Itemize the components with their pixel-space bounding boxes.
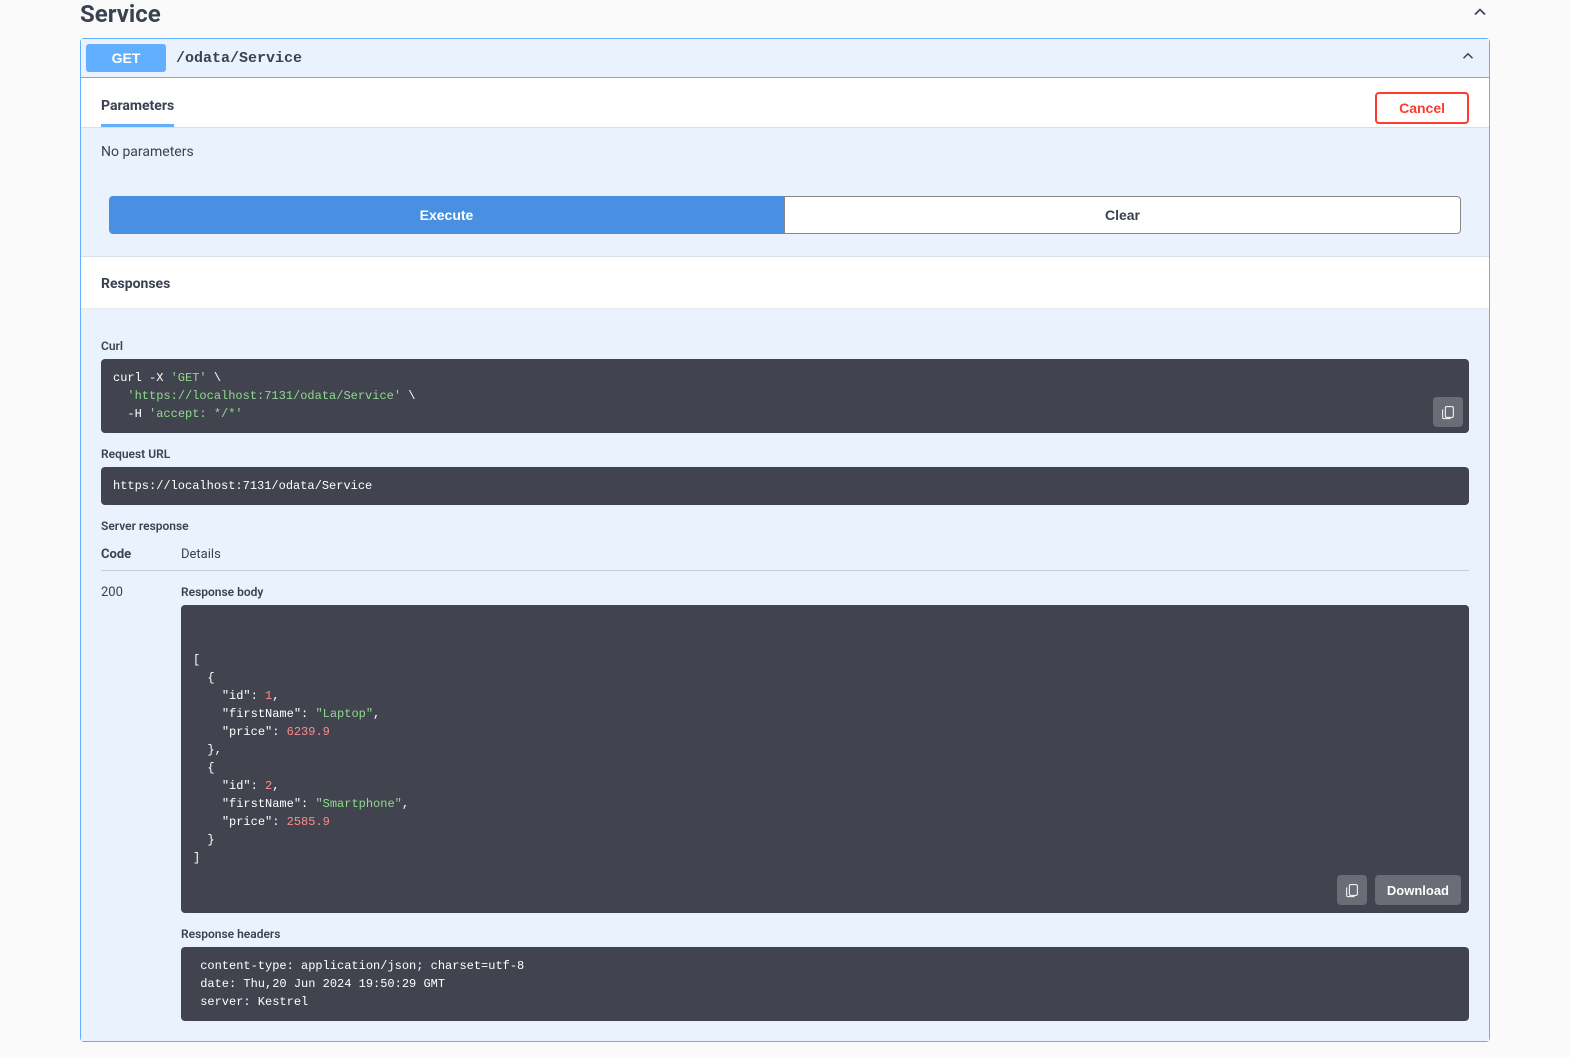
copy-body-button[interactable] <box>1337 875 1367 905</box>
status-code: 200 <box>101 585 181 1021</box>
server-response-label: Server response <box>101 519 1469 533</box>
chevron-up-icon <box>1459 47 1477 65</box>
section-collapse-toggle[interactable] <box>1470 2 1490 26</box>
no-parameters-text: No parameters <box>101 144 1469 160</box>
execute-button[interactable]: Execute <box>109 196 784 234</box>
parameters-header: Parameters Cancel <box>81 78 1489 127</box>
clipboard-icon <box>1440 404 1456 420</box>
clipboard-icon <box>1344 882 1360 898</box>
chevron-up-icon <box>1470 2 1490 22</box>
response-row: 200 Response body [ { "id": 1, "firstNam… <box>101 571 1469 1021</box>
request-url-label: Request URL <box>101 447 1469 461</box>
code-column-header: Code <box>101 547 181 562</box>
operation-summary[interactable]: GET /odata/Service <box>81 39 1489 78</box>
section-title: Service <box>80 0 161 28</box>
responses-header: Responses <box>81 257 1489 309</box>
action-buttons: Execute Clear <box>109 196 1461 234</box>
section-header: Service <box>80 0 1490 38</box>
parameters-body: No parameters Execute Clear <box>81 127 1489 257</box>
clear-button[interactable]: Clear <box>784 196 1461 234</box>
curl-block: curl -X 'GET' \ 'https://localhost:7131/… <box>101 359 1469 433</box>
curl-label: Curl <box>101 339 1469 353</box>
copy-curl-button[interactable] <box>1433 397 1463 427</box>
response-body-label: Response body <box>181 585 1469 599</box>
download-button[interactable]: Download <box>1375 875 1461 905</box>
response-headers-block: content-type: application/json; charset=… <box>181 947 1469 1021</box>
operation-collapse-toggle[interactable] <box>1459 47 1477 69</box>
cancel-button[interactable]: Cancel <box>1375 92 1469 124</box>
response-headers-label: Response headers <box>181 927 1469 941</box>
endpoint-path: /odata/Service <box>176 50 302 67</box>
details-column-header: Details <box>181 547 221 562</box>
response-table-header: Code Details <box>101 539 1469 571</box>
response-details: Response body [ { "id": 1, "firstName": … <box>181 585 1469 1021</box>
parameters-tab[interactable]: Parameters <box>101 88 174 127</box>
responses-body: Curl curl -X 'GET' \ 'https://localhost:… <box>81 309 1489 1041</box>
method-badge: GET <box>86 44 166 72</box>
responses-title: Responses <box>101 276 170 292</box>
operation-block: GET /odata/Service Parameters Cancel No … <box>80 38 1490 1042</box>
request-url-block: https://localhost:7131/odata/Service <box>101 467 1469 505</box>
